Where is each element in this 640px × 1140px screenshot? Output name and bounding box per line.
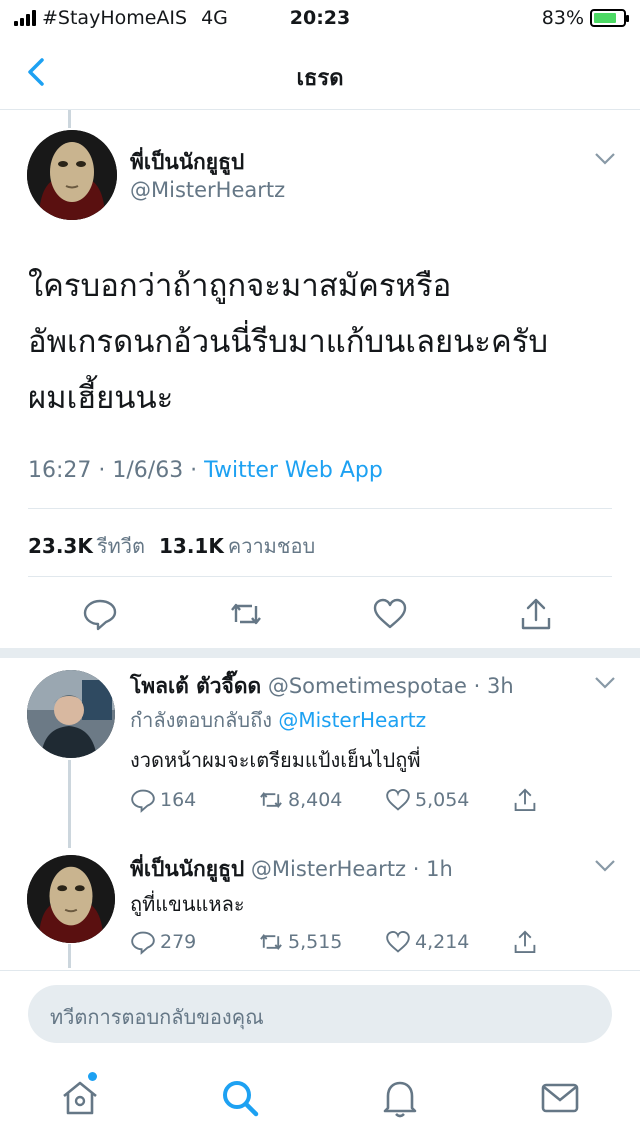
reply-handle-time: @MisterHeartz · 1h	[250, 857, 453, 881]
reply-action[interactable]: 279	[130, 929, 196, 955]
status-right: 83%	[541, 7, 629, 29]
retweet-action[interactable]: 8,404	[258, 787, 342, 813]
reply-author-name: พี่เป็นนักยูธูป	[130, 857, 245, 881]
reply-action[interactable]: 164	[130, 787, 196, 813]
chevron-down-icon[interactable]	[594, 676, 616, 690]
reply-count: 279	[160, 931, 197, 953]
reply-icon[interactable]	[82, 596, 118, 632]
status-bar: #StayHomeAIS 4G 20:23 83%	[0, 0, 640, 36]
retweet-icon	[260, 791, 282, 809]
author-handle[interactable]: @MisterHeartz	[130, 178, 285, 202]
retweet-icon	[260, 933, 282, 951]
search-icon[interactable]	[218, 1076, 262, 1120]
section-divider	[0, 648, 640, 658]
retweet-icon[interactable]	[228, 596, 264, 632]
thread-line-top	[68, 110, 71, 128]
bell-icon[interactable]	[378, 1076, 422, 1120]
replying-to: กำลังตอบกลับถึง @MisterHeartz	[130, 704, 426, 736]
like-action[interactable]: 4,214	[385, 929, 469, 955]
tweet-stats: 23.3K รีทวีต 13.1K ความชอบ	[28, 530, 315, 562]
thread-line-middle	[68, 760, 71, 848]
reply-compose-input[interactable]: ทวีตการตอบกลับของคุณ	[28, 985, 612, 1043]
tweet-meta: 16:27 · 1/6/63 · Twitter Web App	[28, 458, 383, 483]
tweet-source-link[interactable]: Twitter Web App	[204, 458, 383, 483]
like-label: ความชอบ	[227, 534, 316, 558]
replying-to-prefix: กำลังตอบกลับถึง	[130, 708, 272, 732]
reply-icon	[131, 931, 155, 955]
battery-percent: 83%	[541, 7, 584, 29]
like-count: 5,054	[415, 789, 470, 811]
retweet-count: 23.3K	[28, 534, 93, 558]
retweet-count: 8,404	[288, 789, 343, 811]
reply-author-name: โพลเต้ ตัวจี๊ดด	[130, 674, 262, 698]
home-icon[interactable]	[58, 1076, 102, 1120]
page-title: เธรด	[296, 66, 344, 91]
retweet-action[interactable]: 5,515	[258, 929, 342, 955]
tweet-line: ผมเฮี้ยนนะ	[28, 380, 174, 416]
divider	[28, 576, 612, 577]
reply-count: 164	[160, 789, 197, 811]
divider	[28, 508, 612, 509]
tweet-timestamp: 16:27 · 1/6/63 ·	[28, 458, 205, 483]
like-count: 4,214	[415, 931, 470, 953]
retweet-count: 5,515	[288, 931, 343, 953]
chevron-down-icon[interactable]	[594, 152, 616, 166]
avatar-reply[interactable]	[27, 670, 115, 758]
retweet-stat[interactable]: 23.3K รีทวีต	[28, 530, 145, 562]
nav-bar: เธรด	[0, 36, 640, 110]
reply-handle-time: @Sometimespotae · 3h	[267, 674, 514, 698]
reply-author[interactable]: โพลเต้ ตัวจี๊ดด @Sometimespotae · 3h	[130, 670, 514, 703]
share-icon[interactable]	[518, 596, 554, 632]
reply-text: ถูที่แขนแหละ	[130, 892, 245, 916]
chevron-down-icon[interactable]	[594, 859, 616, 873]
author-name[interactable]: พี่เป็นนักยูธูป	[130, 146, 244, 179]
thread-line-bottom	[68, 944, 71, 968]
divider	[0, 970, 640, 971]
avatar-main-reply[interactable]	[27, 855, 115, 943]
tweet-line: ใครบอกว่าถ้าถูกจะมาสมัครหรือ	[28, 268, 452, 304]
mail-icon[interactable]	[538, 1076, 582, 1120]
like-action[interactable]: 5,054	[385, 787, 469, 813]
share-action[interactable]	[512, 787, 538, 813]
tab-bar	[0, 1060, 640, 1140]
battery-icon	[590, 9, 629, 27]
replying-to-link[interactable]: @MisterHeartz	[278, 708, 426, 732]
reply-icon	[131, 789, 155, 813]
share-icon	[514, 930, 536, 954]
compose-placeholder: ทวีตการตอบกลับของคุณ	[50, 1005, 264, 1029]
reply-text: งวดหน้าผมจะเตรียมแป้งเย็นไปถูพี่	[130, 748, 421, 772]
heart-icon	[386, 930, 410, 953]
like-stat[interactable]: 13.1K ความชอบ	[159, 530, 315, 562]
heart-icon[interactable]	[372, 596, 408, 632]
avatar-main[interactable]	[27, 130, 117, 220]
share-icon	[514, 788, 536, 812]
retweet-label: รีทวีต	[96, 534, 145, 558]
like-count: 13.1K	[159, 534, 224, 558]
tweet-line: อัพเกรดนกอ้วนนี่รีบมาแก้บนเลยนะครับ	[28, 324, 549, 360]
share-action[interactable]	[512, 929, 538, 955]
tweet-text: ใครบอกว่าถ้าถูกจะมาสมัครหรือ อัพเกรดนกอ้…	[28, 258, 618, 426]
notification-dot	[88, 1072, 97, 1081]
heart-icon	[386, 788, 410, 811]
reply-author[interactable]: พี่เป็นนักยูธูป @MisterHeartz · 1h	[130, 853, 453, 886]
